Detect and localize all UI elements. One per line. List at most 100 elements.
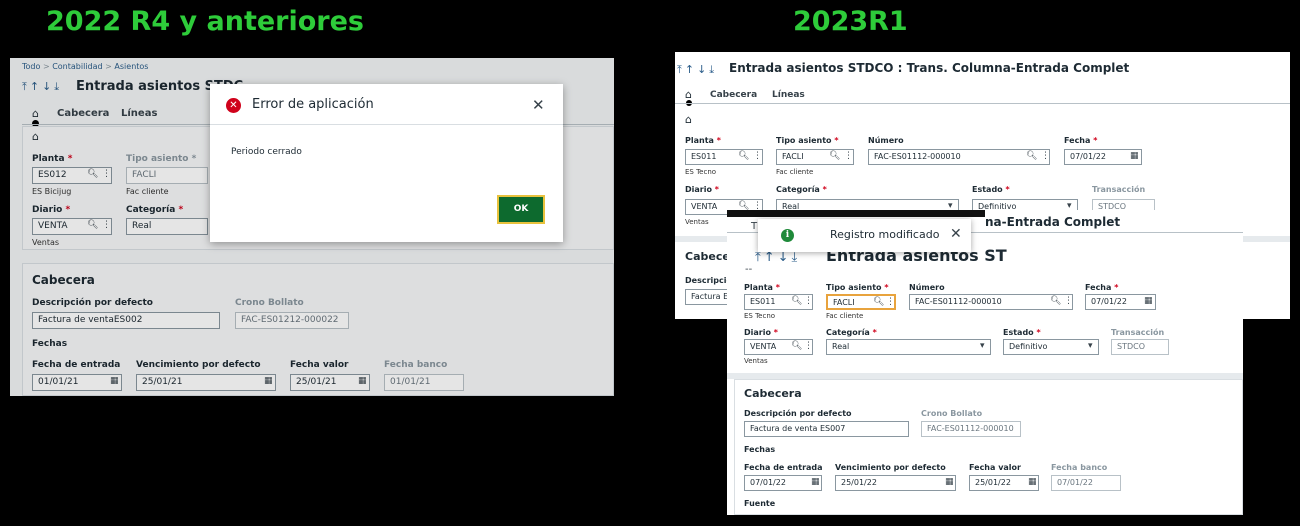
fecha-banco-field: 01/01/21: [384, 374, 464, 391]
home-icon-secondary: ⌂: [32, 130, 39, 143]
transaccion-field: STDCO: [1111, 339, 1169, 355]
more-icon: ⋮: [844, 151, 853, 161]
tipo-asiento-field[interactable]: FACLI 🔍︎ ⋮: [776, 149, 854, 165]
breadcrumb-item-contabilidad[interactable]: Contabilidad: [52, 62, 102, 71]
more-icon: ⋮: [102, 169, 111, 179]
fecha-entrada-label: Fecha de entrada: [32, 360, 121, 370]
tab-lineas[interactable]: Líneas: [772, 90, 805, 100]
numero-field[interactable]: FAC-ES01112-000010 🔍︎ ⋮: [909, 294, 1073, 310]
cabecera-title: Cabecera: [32, 273, 95, 287]
search-icon: 🔍︎: [1050, 296, 1062, 306]
fechas-label: Fechas: [744, 445, 776, 454]
fecha-label: Fecha *: [1085, 283, 1119, 292]
search-icon: 🔍︎: [873, 297, 885, 307]
diario-field[interactable]: VENTA 🔍︎ ⋮: [744, 339, 813, 355]
search-icon: 🔍︎: [87, 220, 99, 230]
tipo-asiento-field[interactable]: FACLI 🔍︎ ⋮: [826, 294, 896, 310]
tab-cabecera[interactable]: Cabecera: [710, 90, 757, 100]
ok-button[interactable]: OK: [497, 195, 545, 224]
planta-field[interactable]: ES012 🔍︎ ⋮: [32, 167, 112, 184]
planta-field[interactable]: ES011 🔍︎ ⋮: [685, 149, 763, 165]
search-icon: 🔍︎: [791, 296, 803, 306]
calendar-icon: ▦: [264, 376, 273, 386]
tab-cabecera[interactable]: Cabecera: [57, 108, 109, 119]
record-nav-arrows[interactable]: ⤒↑↓⤓: [755, 250, 800, 265]
dialog-title: Error de aplicación: [252, 97, 374, 112]
diario-label: Diario *: [32, 205, 71, 215]
numero-label: Número: [909, 283, 945, 292]
calendar-icon: ▦: [110, 376, 119, 386]
search-icon: 🔍︎: [791, 341, 803, 351]
tipo-asiento-desc: Fac cliente: [776, 168, 814, 176]
breadcrumb-item-asientos[interactable]: Asientos: [114, 62, 148, 71]
fecha-entrada-field[interactable]: 07/01/22 ▦: [744, 475, 822, 491]
search-icon: 🔍︎: [87, 169, 99, 179]
chevron-down-icon: ▾: [980, 341, 985, 351]
crono-bollato-label: Crono Bollato: [235, 298, 304, 308]
dialog-divider: [210, 124, 563, 125]
numero-label: Número: [868, 136, 904, 145]
tab-lineas[interactable]: Líneas: [121, 108, 157, 119]
numero-field[interactable]: FAC-ES01112-000010 🔍︎ ⋮: [868, 149, 1050, 165]
cabecera-title: Cabecera: [744, 387, 802, 400]
more-icon: ⋮: [804, 341, 813, 351]
crono-bollato-label: Crono Bollato: [921, 409, 983, 418]
close-icon[interactable]: ✕: [950, 226, 962, 242]
close-icon[interactable]: ✕: [532, 96, 545, 114]
tipo-asiento-desc: Fac cliente: [126, 187, 169, 196]
calendar-icon: ▦: [1130, 151, 1139, 161]
screenshot-2023-front: T na-Entrada Complet -- ⤒↑↓⤓ Entrada asi…: [727, 210, 1243, 515]
record-nav-arrows[interactable]: ⤒↑↓⤓: [677, 63, 717, 77]
fecha-valor-field[interactable]: 25/01/21 ▦: [290, 374, 370, 391]
chevron-down-icon: ▾: [1088, 341, 1093, 351]
estado-label: Estado *: [1003, 328, 1041, 337]
desc-defecto-label: Descripción por defecto: [32, 298, 153, 308]
fecha-entrada-field[interactable]: 01/01/21 ▦: [32, 374, 122, 391]
more-icon: ⋮: [1041, 151, 1050, 161]
estado-field[interactable]: Definitivo ▾: [1003, 339, 1099, 355]
planta-field[interactable]: ES011 🔍︎ ⋮: [744, 294, 813, 310]
calendar-icon: ▦: [811, 477, 820, 487]
tab-partial: T: [751, 221, 758, 232]
planta-desc: ES Bicijug: [32, 187, 72, 196]
vencimiento-field[interactable]: 25/01/21 ▦: [136, 374, 276, 391]
fecha-field[interactable]: 07/01/22 ▦: [1085, 294, 1156, 310]
fecha-valor-field[interactable]: 25/01/22 ▦: [969, 475, 1039, 491]
desc-defecto-label: Descripción por defecto: [744, 409, 852, 418]
home-icon[interactable]: ⌂: [32, 107, 39, 120]
crono-bollato-field: FAC-ES01212-000022: [235, 312, 349, 329]
heading-left: 2022 R4 y anteriores: [46, 6, 365, 37]
success-toast: i Registro modificado ✕: [758, 219, 971, 252]
planta-desc: ES Tecno: [744, 312, 776, 320]
tipo-asiento-field: FACLI: [126, 167, 208, 184]
fecha-valor-label: Fecha valor: [290, 360, 349, 370]
fecha-banco-label: Fecha banco: [384, 360, 448, 370]
more-icon: ⋮: [1064, 296, 1073, 306]
tipo-asiento-label: Tipo asiento *: [126, 154, 197, 164]
planta-desc: ES Tecno: [685, 168, 717, 176]
desc-defecto-field[interactable]: Factura de ventaES002: [32, 312, 220, 329]
diario-label: Diario *: [744, 328, 778, 337]
categoria-field[interactable]: Real: [126, 218, 208, 235]
fecha-label: Fecha *: [1064, 136, 1098, 145]
categoria-field[interactable]: Real ▾: [826, 339, 991, 355]
tipo-asiento-label: Tipo asiento *: [826, 283, 889, 292]
breadcrumb-item-todo[interactable]: Todo: [22, 62, 40, 71]
calendar-icon: ▦: [1028, 477, 1037, 487]
vencimiento-field[interactable]: 25/01/22 ▦: [835, 475, 956, 491]
calendar-icon: ▦: [1144, 296, 1153, 306]
tipo-asiento-desc: Fac cliente: [826, 312, 864, 320]
record-nav-arrows[interactable]: ⤒↑↓⤓: [22, 80, 62, 94]
fecha-field[interactable]: 07/01/22 ▦: [1064, 149, 1142, 165]
more-icon: ⋮: [753, 151, 762, 161]
more-icon: ⋮: [804, 296, 813, 306]
diario-desc: Ventas: [32, 238, 60, 247]
diario-field[interactable]: VENTA 🔍︎ ⋮: [32, 218, 112, 235]
cabecera-section: [734, 379, 1243, 515]
desc-defecto-field[interactable]: Factura de venta ES007: [744, 421, 909, 437]
vencimiento-label: Vencimiento por defecto: [835, 463, 946, 472]
info-icon: i: [781, 229, 794, 242]
planta-label: Planta *: [32, 154, 73, 164]
calendar-icon: ▦: [945, 477, 954, 487]
page-title: Entrada asientos STDCO : Trans. Columna-…: [729, 61, 1130, 75]
